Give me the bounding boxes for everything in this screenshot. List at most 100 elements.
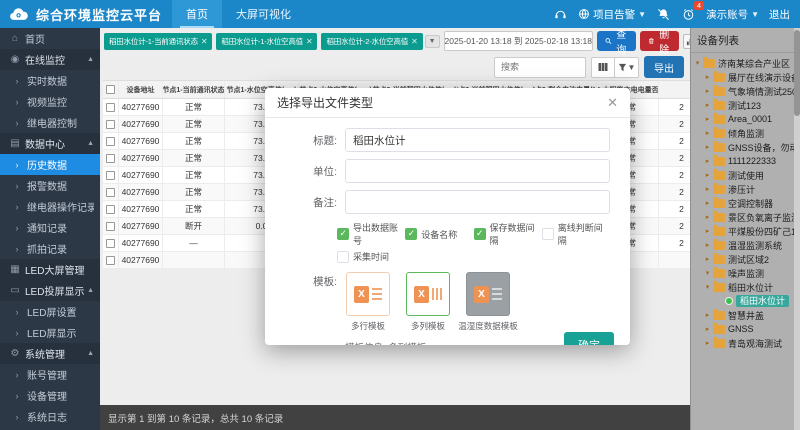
tree-caret-icon[interactable]: ▸ <box>703 73 712 81</box>
sidebar-item-account-mgmt[interactable]: › 账号管理 <box>0 364 100 385</box>
metric-tag[interactable]: 稻田水位计-1-水位空高值 ✕ <box>216 33 317 50</box>
tree-caret-icon[interactable]: ▸ <box>703 199 712 207</box>
scrollbar-thumb[interactable] <box>794 30 800 116</box>
row-checkbox[interactable] <box>106 256 115 265</box>
tree-node[interactable]: ▸ 景区负氧离子监测 <box>693 210 800 224</box>
confirm-button[interactable]: 确定 <box>564 332 614 345</box>
account-dropdown[interactable]: 演示账号 ▼ <box>706 7 759 22</box>
row-checkbox[interactable] <box>106 85 115 94</box>
tree-caret-icon[interactable]: ▸ <box>703 157 712 165</box>
tree-node[interactable]: ▸ 测试区域2 <box>693 252 800 266</box>
close-icon[interactable]: ✕ <box>607 96 618 109</box>
template-card[interactable]: X <box>346 272 390 316</box>
tree-node[interactable]: 稻田水位计 <box>693 294 800 308</box>
export-button[interactable]: 导出 <box>644 56 684 78</box>
tree-node[interactable]: ▸ 青岛观海测试 <box>693 336 800 350</box>
row-checkbox[interactable] <box>106 120 115 129</box>
sidebar-item-home[interactable]: ⌂ 首页 <box>0 28 100 49</box>
metric-tag[interactable]: 稻田水位计-1-当前通讯状态 ✕ <box>104 33 212 50</box>
tree-node[interactable]: ▸ 渗压计 <box>693 182 800 196</box>
close-icon[interactable]: ✕ <box>201 37 208 46</box>
row-checkbox[interactable] <box>106 222 115 231</box>
export-option-checkbox[interactable]: 设备名称 <box>405 221 473 247</box>
tree-caret-icon[interactable]: ▸ <box>703 227 712 235</box>
tree-caret-icon[interactable]: ▸ <box>703 339 712 347</box>
tree-caret-icon[interactable]: ▾ <box>703 269 712 277</box>
tree-node[interactable]: ▸ GNSS设备，勿动勿改 <box>693 140 800 154</box>
chart-view-icon[interactable] <box>683 34 690 49</box>
tree-node[interactable]: ▸ 测试123 <box>693 98 800 112</box>
tree-node[interactable]: ▾ 噪声监测 <box>693 266 800 280</box>
tree-node[interactable]: ▸ 展厅在线演示设备（勿动） <box>693 70 800 84</box>
tree-node[interactable]: ▸ 倾角监测 <box>693 126 800 140</box>
row-checkbox[interactable] <box>106 171 115 180</box>
sidebar-item-system-mgmt[interactable]: ⚙ 系统管理 ▲ <box>0 343 100 364</box>
sidebar-item-alarm-data[interactable]: › 报警数据 <box>0 175 100 196</box>
export-option-checkbox[interactable]: 导出数据账号 <box>337 221 405 247</box>
tree-caret-icon[interactable]: ▸ <box>703 241 712 249</box>
tree-node[interactable]: ▾ 稻田水位计 <box>693 280 800 294</box>
tree-scrollbar[interactable] <box>794 28 800 430</box>
close-icon[interactable]: ✕ <box>306 37 313 46</box>
export-option-checkbox[interactable]: 保存数据间隔 <box>474 221 542 247</box>
tree-caret-icon[interactable]: ▾ <box>703 283 712 291</box>
tree-node[interactable]: ▸ 气象墒情测试250210 <box>693 84 800 98</box>
tree-caret-icon[interactable]: ▸ <box>703 101 712 109</box>
sidebar-item-led-screen-display[interactable]: › LED屏显示 <box>0 322 100 343</box>
sidebar-item-relay-control[interactable]: › 继电器控制 <box>0 112 100 133</box>
export-type-dropdown-icon[interactable]: ▼ <box>615 57 639 78</box>
headset-icon[interactable] <box>553 7 568 22</box>
sidebar-item-led-cast[interactable]: ▭ LED投屏显示 ▲ <box>0 280 100 301</box>
field-input-0[interactable] <box>345 128 610 152</box>
tree-caret-icon[interactable]: ▸ <box>703 115 712 123</box>
tree-caret-icon[interactable]: ▾ <box>693 59 702 67</box>
row-checkbox[interactable] <box>106 154 115 163</box>
sidebar-item-snapshot-log[interactable]: › 抓拍记录 <box>0 238 100 259</box>
sidebar-item-data-center[interactable]: ▤ 数据中心 ▲ <box>0 133 100 154</box>
metric-tag[interactable]: 稻田水位计-2-水位空高值 ✕ <box>321 33 422 50</box>
sidebar-item-led-screen-setting[interactable]: › LED屏设置 <box>0 301 100 322</box>
tree-node[interactable]: ▸ 1111222333 <box>693 154 800 168</box>
sidebar-item-online-monitor[interactable]: ◉ 在线监控 ▲ <box>0 49 100 70</box>
tree-caret-icon[interactable]: ▸ <box>703 185 712 193</box>
row-checkbox[interactable] <box>106 239 115 248</box>
sidebar-item-led-screen-mgmt[interactable]: ▦ LED大屏管理 <box>0 259 100 280</box>
tree-caret-icon[interactable]: ▸ <box>703 325 712 333</box>
row-checkbox[interactable] <box>106 137 115 146</box>
tree-node[interactable]: ▸ Area_0001 <box>693 112 800 126</box>
tree-caret-icon[interactable]: ▸ <box>703 87 712 95</box>
export-option-checkbox[interactable]: 采集时间 <box>337 250 417 263</box>
sidebar-item-system-log[interactable]: › 系统日志 <box>0 406 100 427</box>
tree-node[interactable]: ▸ 温湿监测系统 <box>693 238 800 252</box>
query-button[interactable]: 查询 <box>597 31 636 51</box>
sidebar-item-realtime-data[interactable]: › 实时数据 <box>0 70 100 91</box>
columns-toggle-icon[interactable] <box>591 57 615 78</box>
bell-slash-icon[interactable] <box>656 7 671 22</box>
search-input[interactable] <box>494 57 586 78</box>
sidebar-item-relay-op-log[interactable]: › 继电器操作记录 <box>0 196 100 217</box>
date-range-input[interactable]: 2025-01-20 13:18 到 2025-02-18 13:18 <box>444 31 593 51</box>
row-checkbox[interactable] <box>106 188 115 197</box>
row-checkbox[interactable] <box>106 205 115 214</box>
delete-button[interactable]: 删除 <box>640 31 679 51</box>
sidebar-item-history-data[interactable]: › 历史数据 <box>0 154 100 175</box>
nav-menu-item-active[interactable]: 首页 <box>172 0 222 28</box>
field-input-2[interactable] <box>345 190 610 214</box>
template-card[interactable]: X <box>466 272 510 316</box>
tree-node[interactable]: ▸ 空调控制器 <box>693 196 800 210</box>
template-card[interactable]: X <box>406 272 450 316</box>
tree-caret-icon[interactable]: ▸ <box>703 129 712 137</box>
tree-node[interactable]: ▸ 测试使用 <box>693 168 800 182</box>
tag-dropdown-caret[interactable]: ▼ <box>425 35 440 48</box>
nav-menu-item-item[interactable]: 大屏可视化 <box>222 0 305 28</box>
sidebar-item-device-mgmt[interactable]: › 设备管理 <box>0 385 100 406</box>
tree-caret-icon[interactable]: ▸ <box>703 143 712 151</box>
tree-node[interactable]: ▾ 济南某综合产业区 <box>693 56 800 70</box>
logout-button[interactable]: 退出 <box>769 7 790 22</box>
row-checkbox[interactable] <box>106 103 115 112</box>
tree-caret-icon[interactable]: ▸ <box>703 255 712 263</box>
export-option-checkbox[interactable]: 离线判断间隔 <box>542 221 610 247</box>
alarm-clock-icon[interactable]: 4 <box>681 7 696 22</box>
tree-node[interactable]: ▸ 平煤股份四矿己15-31010 <box>693 224 800 238</box>
project-alarm-dropdown[interactable]: 项目告警 ▼ <box>578 7 646 22</box>
